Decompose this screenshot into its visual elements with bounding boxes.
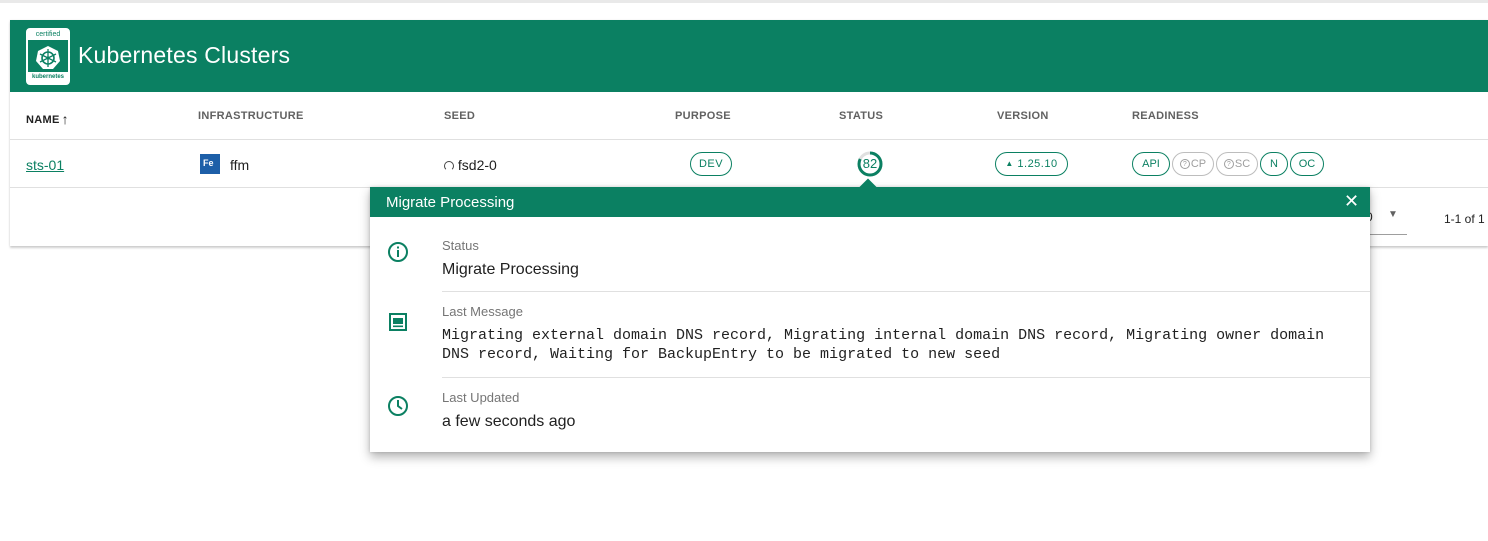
table-row: sts-01 Fe ffm fsd2-0 DEV 82 ▲ 1.25.10 AP… (10, 140, 1488, 188)
column-header-name-label: NAME (26, 114, 60, 126)
purpose-chip: DEV (690, 152, 732, 176)
top-border (0, 0, 1488, 3)
status-progress-ring[interactable]: 82 (857, 151, 883, 177)
help-circle-icon: ? (1179, 159, 1190, 170)
help-circle-icon: ? (1223, 159, 1234, 170)
pagination-info: 1-1 of 1 (1444, 212, 1485, 226)
column-header-name[interactable]: NAME ↑ (26, 110, 69, 127)
last-message-label: Last Message (442, 304, 523, 319)
popup-header: Migrate Processing ✕ (370, 187, 1370, 217)
status-details-popup: Migrate Processing ✕ Status Migrate Proc… (370, 178, 1370, 452)
last-updated-label: Last Updated (442, 390, 520, 405)
readiness-chip-n[interactable]: N (1260, 152, 1288, 176)
readiness-chip-label: N (1270, 158, 1278, 170)
clock-icon (388, 396, 408, 416)
kubernetes-logo: certified kubernetes (26, 28, 70, 85)
status-label: Status (442, 238, 479, 253)
readiness-chip-oc[interactable]: OC (1290, 152, 1324, 176)
readiness-chip-label: CP (1190, 158, 1207, 170)
status-value: Migrate Processing (442, 261, 579, 278)
divider (442, 291, 1370, 292)
metal-stack-infra-icon: Fe (200, 154, 220, 174)
popup-title: Migrate Processing (386, 194, 515, 211)
version-chip[interactable]: ▲ 1.25.10 (995, 152, 1068, 176)
seed-value[interactable]: fsd2-0 (444, 157, 497, 173)
arrow-up-icon: ↑ (61, 111, 69, 127)
seed-name: fsd2-0 (457, 157, 497, 173)
column-header-version[interactable]: VERSION (997, 110, 1049, 122)
last-message-value: Migrating external domain DNS record, Mi… (442, 327, 1325, 363)
divider (442, 377, 1370, 378)
helm-wheel-icon (36, 46, 60, 69)
infrastructure-value: ffm (230, 157, 250, 173)
column-header-purpose[interactable]: PURPOSE (675, 110, 731, 122)
cluster-name-link[interactable]: sts-01 (26, 157, 64, 173)
version-value: 1.25.10 (1017, 158, 1058, 170)
message-icon (389, 313, 407, 331)
caret-up-icon: ▲ (1005, 159, 1014, 168)
logo-certified-text: certified (28, 30, 68, 40)
readiness-chip-api[interactable]: API (1132, 152, 1170, 176)
spinner-icon (444, 161, 454, 171)
column-header-readiness[interactable]: READINESS (1132, 110, 1199, 122)
logo-kubernetes-text: kubernetes (28, 72, 68, 83)
status-progress-value: 82 (862, 156, 878, 171)
last-updated-value: a few seconds ago (442, 413, 576, 430)
readiness-chip-label: API (1142, 158, 1160, 170)
chevron-down-icon: ▼ (1388, 209, 1398, 220)
toolbar: certified kubernetes Kubernetes Clusters (10, 20, 1488, 92)
close-icon[interactable]: ✕ (1344, 192, 1359, 210)
readiness-chip-label: OC (1298, 158, 1316, 170)
column-header-infrastructure[interactable]: INFRASTRUCTURE (198, 110, 304, 122)
page-title: Kubernetes Clusters (78, 42, 291, 68)
readiness-chip-cp[interactable]: ? CP (1172, 152, 1214, 176)
info-icon (388, 242, 408, 262)
readiness-chip-label: SC (1234, 158, 1251, 170)
table-header: NAME ↑ INFRASTRUCTURE SEED PURPOSE STATUS… (10, 92, 1488, 140)
readiness-chip-sc[interactable]: ? SC (1216, 152, 1258, 176)
column-header-seed[interactable]: SEED (444, 110, 475, 122)
column-header-status[interactable]: STATUS (839, 110, 883, 122)
